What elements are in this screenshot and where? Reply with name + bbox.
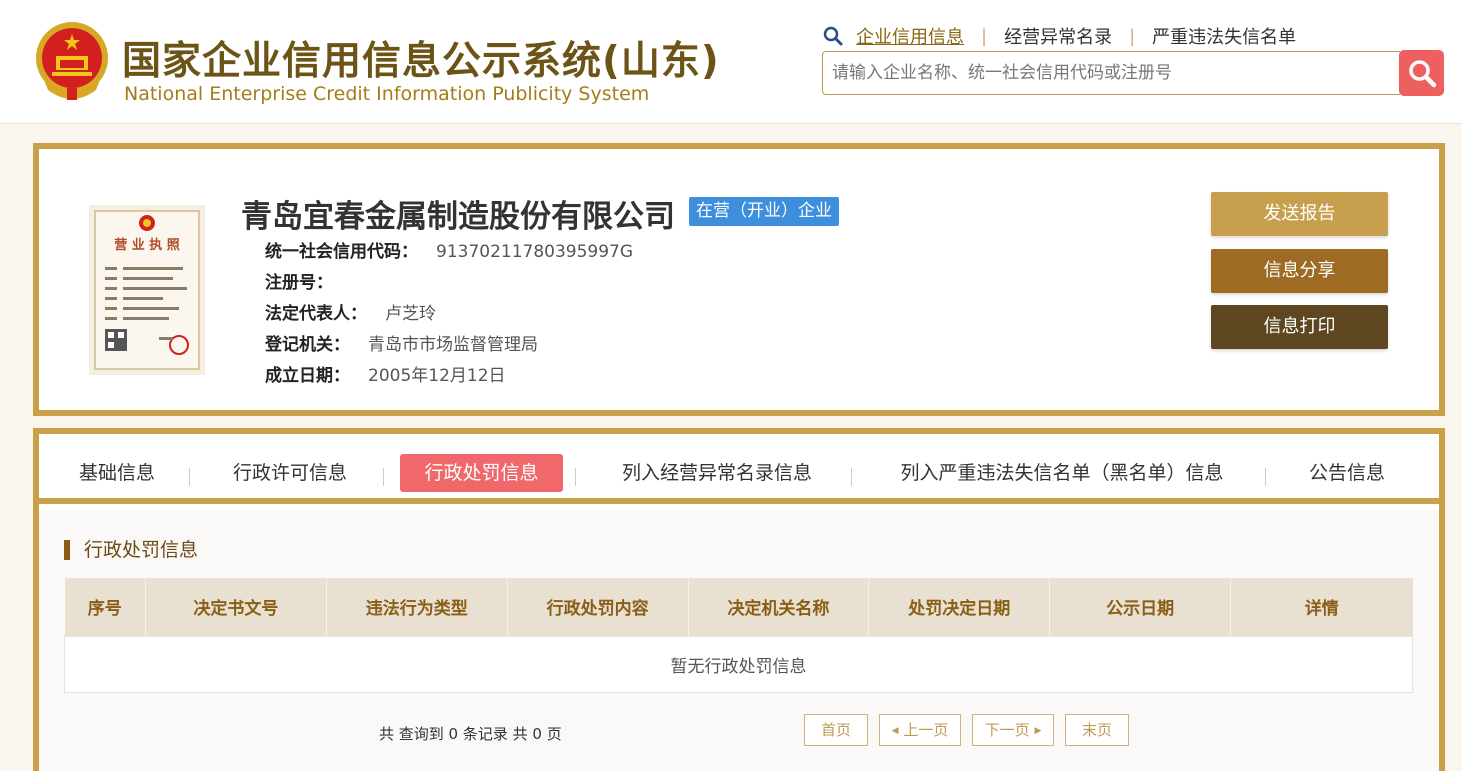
national-emblem-icon xyxy=(36,22,108,100)
table-header-row: 序号 决定书文号 违法行为类型 行政处罚内容 决定机关名称 处罚决定日期 公示日… xyxy=(64,578,1413,636)
nav-divider: | xyxy=(1129,25,1136,47)
prev-page-button[interactable]: ◀ 上一页 xyxy=(879,714,961,746)
search-box xyxy=(822,51,1400,95)
empty-message: 暂无行政处罚信息 xyxy=(64,635,1413,693)
search-magnifier-icon xyxy=(823,26,843,46)
nav-blacklist[interactable]: 严重违法失信名单 xyxy=(1152,23,1296,49)
col-header: 决定机关名称 xyxy=(688,578,870,636)
credit-code-value: 91370211780395997G xyxy=(436,242,634,262)
credit-code-label: 统一社会信用代码： xyxy=(265,242,418,262)
col-header: 处罚决定日期 xyxy=(868,578,1051,636)
legal-rep-label: 法定代表人： xyxy=(265,304,367,324)
company-card: 营 业 执 照 青岛宜春金属制造股份有限公司 在营（开业）企业 统一社会信用代码… xyxy=(33,143,1445,416)
reg-authority-label: 登记机关： xyxy=(265,335,350,355)
send-report-button[interactable]: 发送报告 xyxy=(1211,192,1388,236)
col-header: 序号 xyxy=(64,578,146,636)
tab-abnormal-list[interactable]: 列入经营异常名录信息 xyxy=(613,454,821,492)
reg-number-label: 注册号： xyxy=(265,273,333,293)
tab-divider xyxy=(189,468,190,486)
tab-basic-info[interactable]: 基础信息 xyxy=(73,454,161,492)
tab-divider xyxy=(1265,468,1266,486)
section-title: 行政处罚信息 xyxy=(64,540,198,560)
tab-bar: 基础信息 行政许可信息 行政处罚信息 列入经营异常名录信息 列入严重违法失信名单… xyxy=(39,434,1439,504)
col-header: 详情 xyxy=(1230,578,1413,636)
reg-authority-value: 青岛市市场监督管理局 xyxy=(368,335,538,355)
top-nav: 企业信用信息 | 经营异常名录 | 严重违法失信名单 xyxy=(822,24,1296,48)
info-panel: 基础信息 行政许可信息 行政处罚信息 列入经营异常名录信息 列入严重违法失信名单… xyxy=(33,428,1445,771)
print-info-button[interactable]: 信息打印 xyxy=(1211,305,1388,349)
search-icon xyxy=(1408,60,1436,88)
founded-date-label: 成立日期： xyxy=(265,366,350,386)
chevron-right-icon: ▶ xyxy=(1034,726,1042,736)
nav-divider: | xyxy=(981,25,988,47)
penalty-table: 序号 决定书文号 违法行为类型 行政处罚内容 决定机关名称 处罚决定日期 公示日… xyxy=(64,578,1413,693)
col-header: 行政处罚内容 xyxy=(507,578,689,636)
table-row: 暂无行政处罚信息 xyxy=(64,635,1413,693)
status-badge: 在营（开业）企业 xyxy=(689,197,839,226)
legal-rep-value: 卢芝玲 xyxy=(385,304,436,324)
license-heading: 营 业 执 照 xyxy=(114,237,180,253)
tab-announcements[interactable]: 公告信息 xyxy=(1303,454,1391,492)
col-header: 公示日期 xyxy=(1049,578,1232,636)
next-page-button[interactable]: 下一页 ▶ xyxy=(972,714,1054,746)
pager-info: 共 查询到 0 条记录 共 0 页 xyxy=(379,725,562,743)
nav-enterprise-credit[interactable]: 企业信用信息 xyxy=(856,23,964,49)
site-title: 国家企业信用信息公示系统(山东) xyxy=(122,39,720,84)
legal-rep-row: 法定代表人： 卢芝玲 xyxy=(265,299,436,324)
business-license-image[interactable]: 营 业 执 照 xyxy=(89,205,205,375)
search-input[interactable] xyxy=(823,52,1400,94)
credit-code-row: 统一社会信用代码： 91370211780395997G xyxy=(265,237,633,262)
reg-number-row: 注册号： xyxy=(265,268,351,293)
nav-abnormal-list[interactable]: 经营异常名录 xyxy=(1004,23,1112,49)
founded-date-value: 2005年12月12日 xyxy=(368,366,506,386)
tab-admin-license[interactable]: 行政许可信息 xyxy=(227,454,353,492)
site-header: 国家企业信用信息公示系统(山东) National Enterprise Cre… xyxy=(0,0,1462,124)
site-subtitle: National Enterprise Credit Information P… xyxy=(124,83,650,105)
share-info-button[interactable]: 信息分享 xyxy=(1211,249,1388,293)
prev-page-label: 上一页 xyxy=(903,721,949,739)
col-header: 决定书文号 xyxy=(145,578,327,636)
next-page-label: 下一页 xyxy=(984,721,1030,739)
founded-date-row: 成立日期： 2005年12月12日 xyxy=(265,361,506,386)
col-header: 违法行为类型 xyxy=(326,578,508,636)
tab-divider xyxy=(851,468,852,486)
first-page-button[interactable]: 首页 xyxy=(804,714,868,746)
reg-authority-row: 登记机关： 青岛市市场监督管理局 xyxy=(265,330,538,355)
chevron-left-icon: ◀ xyxy=(891,726,899,736)
tab-divider xyxy=(383,468,384,486)
search-button[interactable] xyxy=(1399,50,1444,96)
company-name: 青岛宜春金属制造股份有限公司 xyxy=(241,199,675,235)
last-page-button[interactable]: 末页 xyxy=(1065,714,1129,746)
tab-blacklist[interactable]: 列入严重违法失信名单（黑名单）信息 xyxy=(889,454,1235,492)
penalty-content: 行政处罚信息 序号 决定书文号 违法行为类型 行政处罚内容 决定机关名称 处罚决… xyxy=(39,510,1439,771)
tab-admin-penalty[interactable]: 行政处罚信息 xyxy=(400,454,563,492)
tab-divider xyxy=(575,468,576,486)
